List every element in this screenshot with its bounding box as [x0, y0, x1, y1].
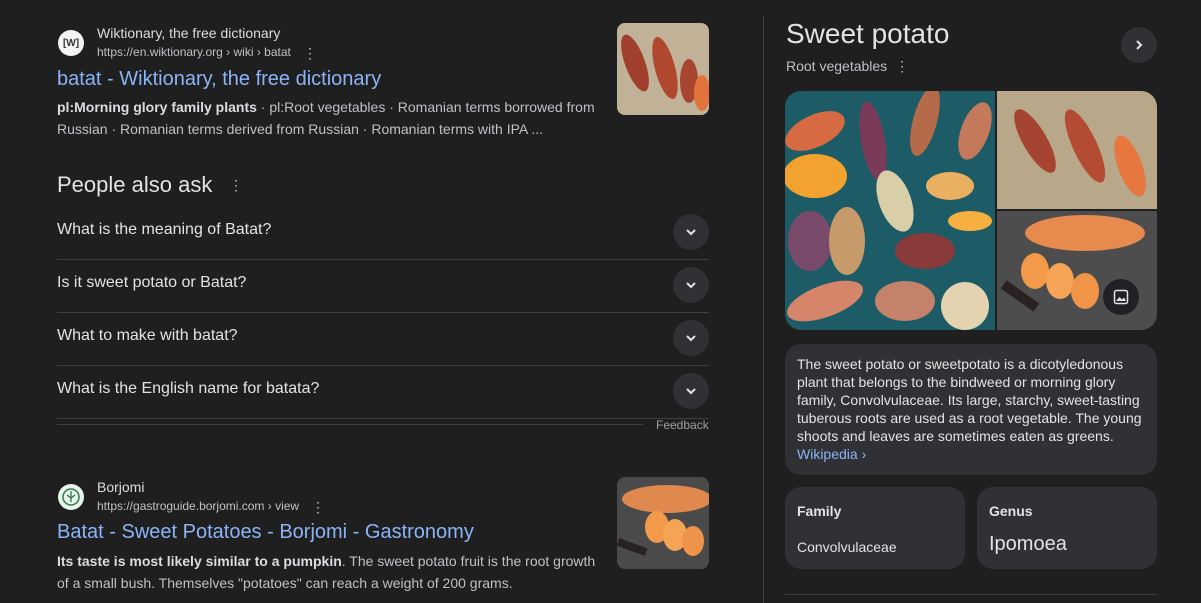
result-title-link[interactable]: Batat - Sweet Potatoes - Borjomi - Gastr… [57, 521, 474, 544]
wiktionary-favicon: [W] [58, 30, 84, 56]
result-snippet: pl:Morning glory family plants · pl:Root… [57, 96, 602, 140]
result-thumbnail[interactable] [617, 23, 709, 115]
chevron-down-icon[interactable] [673, 373, 709, 409]
paa-question-row[interactable]: What is the English name for batata? [57, 365, 709, 419]
kebab-vertical-icon[interactable]: ⋮ [229, 178, 243, 192]
paa-question-text: What to make with batat? [57, 327, 238, 344]
image-icon[interactable] [1103, 279, 1139, 315]
description-text: The sweet potato or sweetpotato is a dic… [797, 356, 1142, 444]
result-snippet: Its taste is most likely similar to a pu… [57, 550, 602, 594]
description: The sweet potato or sweetpotato is a dic… [797, 355, 1147, 463]
chevron-down-icon[interactable] [673, 267, 709, 303]
kebab-vertical-icon[interactable]: ⋮ [895, 58, 909, 74]
paa-question-text: What is the English name for batata? [57, 380, 320, 397]
panel-divider [763, 16, 764, 603]
paa-question-text: Is it sweet potato or Batat? [57, 274, 247, 291]
paa-question-row[interactable]: Is it sweet potato or Batat? [57, 259, 709, 313]
chevron-down-icon[interactable] [673, 320, 709, 356]
chevron-right-icon[interactable] [1121, 27, 1157, 63]
snippet-bold: Its taste is most likely similar to a pu… [57, 553, 342, 569]
result-site-name[interactable]: Wiktionary, the free dictionary [97, 25, 280, 41]
subtitle-text: Root vegetables [786, 58, 888, 74]
result-title-link[interactable]: batat - Wiktionary, the free dictionary [57, 68, 381, 91]
people-also-ask-title: People also ask [57, 172, 213, 197]
wikipedia-link[interactable]: Wikipedia › [797, 446, 866, 462]
fact-value: Ipomoea [989, 533, 1067, 555]
gallery-images [785, 91, 1157, 330]
paa-question-text: What is the meaning of Batat? [57, 221, 272, 238]
kebab-vertical-icon[interactable]: ⋮ [311, 500, 325, 514]
fact-card-genus[interactable]: Genus Ipomoea [977, 487, 1157, 569]
fact-card-family[interactable]: Family Convolvulaceae [785, 487, 965, 569]
fact-label: Genus [989, 503, 1033, 519]
result-url[interactable]: https://gastroguide.borjomi.com › view [97, 499, 299, 513]
feedback-link[interactable]: Feedback [656, 418, 709, 432]
result-url[interactable]: https://en.wiktionary.org › wiki › batat [97, 45, 291, 59]
borjomi-favicon [58, 484, 84, 510]
paa-question-row[interactable]: What to make with batat? [57, 312, 709, 366]
divider [57, 424, 643, 425]
favicon-text: [W] [62, 37, 80, 49]
kebab-vertical-icon[interactable]: ⋮ [303, 46, 317, 60]
snippet-bold: pl:Morning glory family plants [57, 99, 257, 115]
knowledge-panel-title: Sweet potato [786, 18, 950, 49]
result-site-name[interactable]: Borjomi [97, 479, 144, 495]
knowledge-panel-subtitle: Root vegetables ⋮ [786, 58, 909, 75]
chevron-down-icon[interactable] [673, 214, 709, 250]
description-card: The sweet potato or sweetpotato is a dic… [785, 344, 1157, 475]
divider [785, 594, 1157, 595]
paa-question-row[interactable]: What is the meaning of Batat? [57, 206, 709, 260]
result-thumbnail[interactable] [617, 477, 709, 569]
fact-label: Family [797, 503, 842, 519]
image-gallery[interactable] [785, 91, 1157, 330]
fact-value: Convolvulaceae [797, 539, 897, 555]
